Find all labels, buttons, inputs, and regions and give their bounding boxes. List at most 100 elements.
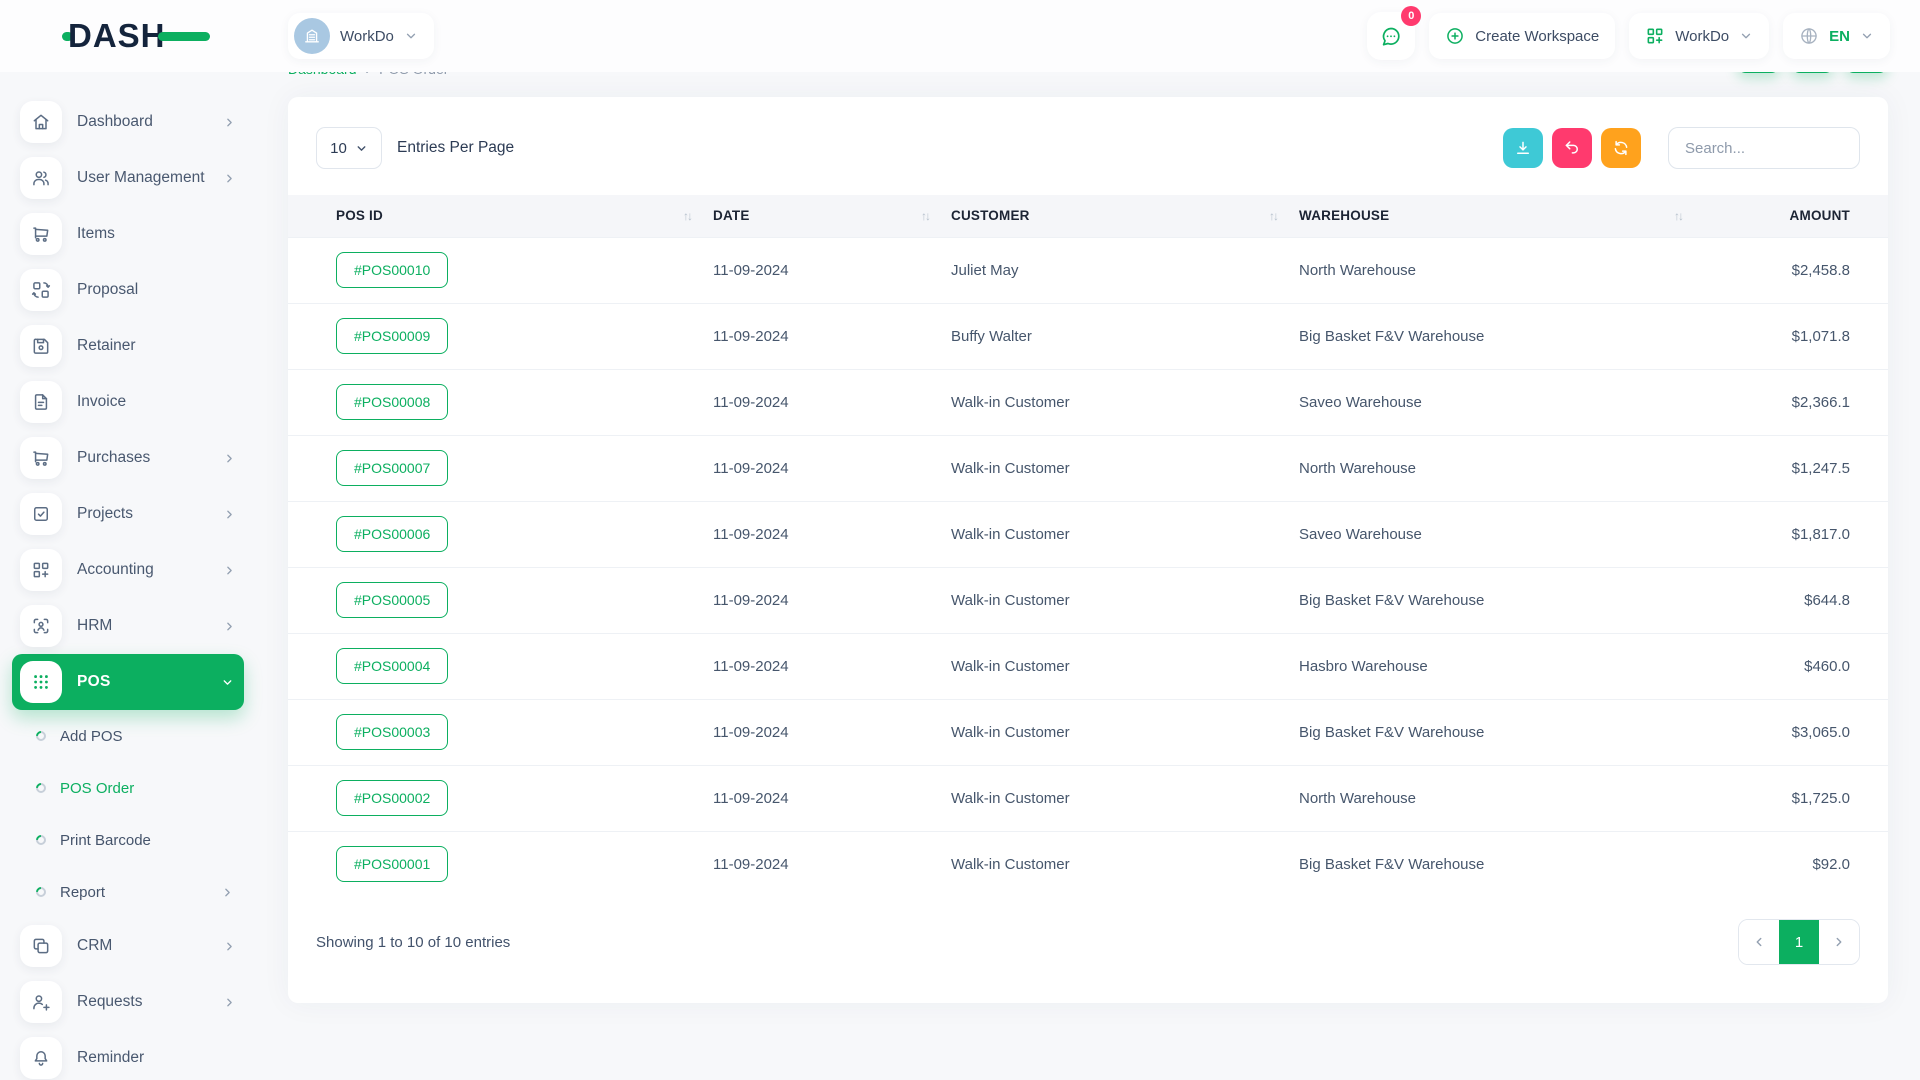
sidebar-item-purchases[interactable]: Purchases bbox=[20, 430, 246, 486]
pos-id-link[interactable]: #POS00009 bbox=[336, 318, 448, 354]
workspace-name: WorkDo bbox=[340, 28, 394, 45]
main-content: Manage POS Order Dashboard › POS Order bbox=[256, 0, 1920, 1080]
amount-cell: $2,458.8 bbox=[1704, 237, 1888, 303]
sort-icon[interactable]: ↑↓ bbox=[1674, 209, 1682, 223]
app-logo[interactable]: DASH bbox=[0, 14, 256, 58]
sidebar-item-invoice[interactable]: Invoice bbox=[20, 374, 246, 430]
sidebar-item-reminder[interactable]: Reminder bbox=[20, 1030, 246, 1080]
chevron-right-icon bbox=[223, 996, 236, 1009]
sort-icon[interactable]: ↑↓ bbox=[1269, 209, 1277, 223]
entries-per-page-select[interactable]: 10 bbox=[316, 127, 382, 169]
previous-page-button[interactable] bbox=[1739, 920, 1779, 964]
warehouse-cell: North Warehouse bbox=[1299, 765, 1704, 831]
amount-cell: $3,065.0 bbox=[1704, 699, 1888, 765]
chevron-right-icon bbox=[223, 940, 236, 953]
sort-icon[interactable]: ↑↓ bbox=[921, 209, 929, 223]
sidebar-item-pos[interactable]: POS bbox=[12, 654, 244, 710]
messenger-button[interactable]: 0 bbox=[1367, 12, 1415, 60]
table-row: #POS00008 11-09-2024 Walk-in Customer Sa… bbox=[288, 369, 1888, 435]
sidebar-subitem-pos-order[interactable]: POS Order bbox=[20, 762, 246, 814]
table-row: #POS00005 11-09-2024 Walk-in Customer Bi… bbox=[288, 567, 1888, 633]
sort-icon[interactable]: ↑↓ bbox=[683, 209, 691, 223]
create-workspace-button[interactable]: Create Workspace bbox=[1429, 13, 1615, 59]
export-button[interactable] bbox=[1503, 128, 1543, 168]
pos-id-link[interactable]: #POS00004 bbox=[336, 648, 448, 684]
date-cell: 11-09-2024 bbox=[713, 303, 951, 369]
date-cell: 11-09-2024 bbox=[713, 369, 951, 435]
warehouse-cell: North Warehouse bbox=[1299, 435, 1704, 501]
sidebar-item-hrm[interactable]: HRM bbox=[20, 598, 246, 654]
download-icon bbox=[1514, 139, 1532, 157]
header-warehouse[interactable]: WAREHOUSE↑↓ bbox=[1299, 195, 1704, 237]
warehouse-cell: Saveo Warehouse bbox=[1299, 369, 1704, 435]
header-date[interactable]: DATE↑↓ bbox=[713, 195, 951, 237]
account-menu-label: WorkDo bbox=[1675, 28, 1729, 45]
table-row: #POS00003 11-09-2024 Walk-in Customer Bi… bbox=[288, 699, 1888, 765]
refresh-icon bbox=[1612, 139, 1630, 157]
pos-id-link[interactable]: #POS00008 bbox=[336, 384, 448, 420]
sidebar-item-projects[interactable]: Projects bbox=[20, 486, 246, 542]
table-row: #POS00002 11-09-2024 Walk-in Customer No… bbox=[288, 765, 1888, 831]
header-pos-id[interactable]: POS ID↑↓ bbox=[288, 195, 713, 237]
amount-cell: $1,725.0 bbox=[1704, 765, 1888, 831]
header-amount[interactable]: AMOUNT bbox=[1704, 195, 1888, 237]
header-customer[interactable]: CUSTOMER↑↓ bbox=[951, 195, 1299, 237]
sidebar-item-retainer[interactable]: Retainer bbox=[20, 318, 246, 374]
account-menu[interactable]: WorkDo bbox=[1629, 13, 1769, 59]
chevron-down-icon bbox=[355, 142, 368, 155]
customer-cell: Walk-in Customer bbox=[951, 831, 1299, 897]
pos-id-link[interactable]: #POS00005 bbox=[336, 582, 448, 618]
sidebar-item-items[interactable]: Items bbox=[20, 206, 246, 262]
pos-id-link[interactable]: #POS00002 bbox=[336, 780, 448, 816]
pos-id-link[interactable]: #POS00001 bbox=[336, 846, 448, 882]
customer-cell: Walk-in Customer bbox=[951, 699, 1299, 765]
grid-plus-icon bbox=[20, 549, 62, 591]
floppy-icon bbox=[20, 325, 62, 367]
chevron-right-icon bbox=[221, 886, 234, 899]
chevron-right-icon bbox=[223, 116, 236, 129]
date-cell: 11-09-2024 bbox=[713, 237, 951, 303]
date-cell: 11-09-2024 bbox=[713, 765, 951, 831]
pos-id-link[interactable]: #POS00003 bbox=[336, 714, 448, 750]
customer-cell: Walk-in Customer bbox=[951, 435, 1299, 501]
customer-cell: Walk-in Customer bbox=[951, 369, 1299, 435]
bullet-icon bbox=[34, 781, 48, 795]
refresh-button[interactable] bbox=[1601, 128, 1641, 168]
plus-circle-icon bbox=[1445, 26, 1465, 46]
entries-summary: Showing 1 to 10 of 10 entries bbox=[316, 934, 510, 951]
sidebar-item-crm[interactable]: CRM bbox=[20, 918, 246, 974]
date-cell: 11-09-2024 bbox=[713, 567, 951, 633]
workspace-switcher[interactable]: WorkDo bbox=[288, 13, 434, 59]
chevron-down-icon bbox=[1860, 29, 1874, 43]
table-row: #POS00007 11-09-2024 Walk-in Customer No… bbox=[288, 435, 1888, 501]
table-row: #POS00009 11-09-2024 Buffy Walter Big Ba… bbox=[288, 303, 1888, 369]
language-selector[interactable]: EN bbox=[1783, 13, 1890, 59]
search-input[interactable] bbox=[1668, 127, 1860, 169]
table-row: #POS00010 11-09-2024 Juliet May North Wa… bbox=[288, 237, 1888, 303]
pos-id-link[interactable]: #POS00010 bbox=[336, 252, 448, 288]
page-number-button[interactable]: 1 bbox=[1779, 920, 1819, 964]
bell-icon bbox=[20, 1037, 62, 1079]
chevron-down-icon bbox=[221, 676, 234, 689]
sidebar-item-proposal[interactable]: Proposal bbox=[20, 262, 246, 318]
date-cell: 11-09-2024 bbox=[713, 699, 951, 765]
pos-order-table: POS ID↑↓ DATE↑↓ CUSTOMER↑↓ WAREHOUSE↑↓ A… bbox=[288, 195, 1888, 897]
sidebar-item-accounting[interactable]: Accounting bbox=[20, 542, 246, 598]
sidebar-subitem-add-pos[interactable]: Add POS bbox=[20, 710, 246, 762]
chevron-right-icon bbox=[1832, 935, 1846, 949]
sidebar-subitem-print-barcode[interactable]: Print Barcode bbox=[20, 814, 246, 866]
reset-button[interactable] bbox=[1552, 128, 1592, 168]
pos-id-link[interactable]: #POS00006 bbox=[336, 516, 448, 552]
pagination: 1 bbox=[1738, 919, 1860, 965]
sidebar-item-user-management[interactable]: User Management bbox=[20, 150, 246, 206]
customer-cell: Walk-in Customer bbox=[951, 633, 1299, 699]
next-page-button[interactable] bbox=[1819, 920, 1859, 964]
sidebar: Dashboard User Management Items Proposal… bbox=[0, 72, 256, 1080]
amount-cell: $460.0 bbox=[1704, 633, 1888, 699]
pos-id-link[interactable]: #POS00007 bbox=[336, 450, 448, 486]
customer-cell: Walk-in Customer bbox=[951, 567, 1299, 633]
sidebar-item-requests[interactable]: Requests bbox=[20, 974, 246, 1030]
customer-cell: Juliet May bbox=[951, 237, 1299, 303]
sidebar-subitem-report[interactable]: Report bbox=[20, 866, 246, 918]
sidebar-item-dashboard[interactable]: Dashboard bbox=[20, 94, 246, 150]
